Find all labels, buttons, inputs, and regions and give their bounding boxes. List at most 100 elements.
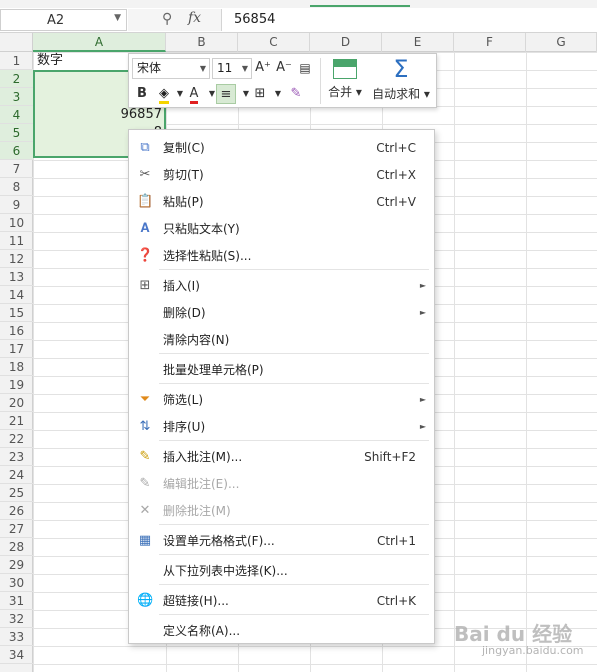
row-header-20[interactable]: 20 [0, 394, 33, 412]
row-header-34[interactable]: 34 [0, 646, 33, 664]
menu-item-shortcut: Ctrl+1 [376, 534, 416, 548]
row-header-33[interactable]: 33 [0, 628, 33, 646]
row-header-4[interactable]: 4 [0, 106, 33, 124]
row-header-23[interactable]: 23 [0, 448, 33, 466]
menu-item-label: 只粘贴文本(Y) [163, 222, 240, 236]
menu-item-label: 超链接(H)... [163, 594, 229, 608]
row-header-1[interactable]: 1 [0, 52, 33, 70]
merge-button[interactable]: 合并 ▾ [325, 57, 365, 106]
row-header-25[interactable]: 25 [0, 484, 33, 502]
row-header-13[interactable]: 13 [0, 268, 33, 286]
menu-item-label: 删除批注(M) [163, 504, 231, 518]
chevron-right-icon: ► [419, 395, 426, 404]
column-header-g[interactable]: G [526, 33, 597, 52]
menu-item-12[interactable]: ✎ 编辑批注(E)... [129, 470, 434, 497]
bold-button[interactable]: B [132, 84, 152, 104]
fx-icon[interactable]: fx [188, 10, 201, 26]
row-header-9[interactable]: 9 [0, 196, 33, 214]
active-tab-indicator [310, 5, 410, 7]
autosum-button[interactable]: Σ 自动求和 ▾ [369, 57, 433, 106]
zoom-icon[interactable]: ⚲ [162, 11, 172, 27]
row-header-12[interactable]: 12 [0, 250, 33, 268]
chevron-down-icon[interactable]: ▼ [114, 13, 121, 23]
menu-separator [159, 584, 429, 585]
column-header-c[interactable]: C [238, 33, 310, 52]
row-header-17[interactable]: 17 [0, 340, 33, 358]
row-header-32[interactable]: 32 [0, 610, 33, 628]
cell-a4[interactable]: 96857 [33, 106, 166, 124]
name-box[interactable]: A2 ▼ [0, 9, 127, 31]
column-header-b[interactable]: B [166, 33, 238, 52]
menu-item-11[interactable]: ✎ 插入批注(M)... Shift+F2 [129, 443, 434, 470]
menu-item-3[interactable]: 𝐀 只粘贴文本(Y) [129, 215, 434, 242]
menu-item-13[interactable]: ✕ 删除批注(M) [129, 497, 434, 524]
menu-item-shortcut: Shift+F2 [364, 450, 416, 464]
row-header-22[interactable]: 22 [0, 430, 33, 448]
row-header-2[interactable]: 2 [0, 70, 33, 88]
column-header-a[interactable]: A [33, 33, 166, 52]
formula-input[interactable]: 56854 [234, 12, 275, 27]
row-header-24[interactable]: 24 [0, 466, 33, 484]
row-header-26[interactable]: 26 [0, 502, 33, 520]
menu-item-label: 筛选(L) [163, 393, 204, 407]
column-header-e[interactable]: E [382, 33, 454, 52]
decrease-font-button[interactable]: A⁻ [274, 58, 294, 78]
row-header-18[interactable]: 18 [0, 358, 33, 376]
menu-item-1[interactable]: ✂ 剪切(T) Ctrl+X [129, 161, 434, 188]
menu-item-5[interactable]: ⊞ 插入(I) ► [129, 272, 434, 299]
merge-icon [333, 59, 357, 79]
row-header-8[interactable]: 8 [0, 178, 33, 196]
menu-item-6[interactable]: 删除(D) ► [129, 299, 434, 326]
clear-format-icon[interactable]: ▤ [295, 58, 315, 78]
chevron-down-icon[interactable]: ▼ [268, 84, 288, 104]
font-color-button[interactable]: A [184, 84, 204, 104]
row-header-5[interactable]: 5 [0, 124, 33, 142]
row-header-3[interactable]: 3 [0, 88, 33, 106]
row-header-16[interactable]: 16 [0, 322, 33, 340]
row-header-7[interactable]: 7 [0, 160, 33, 178]
menu-separator [159, 614, 429, 615]
menu-item-label: 编辑批注(E)... [163, 477, 240, 491]
menu-item-10[interactable]: ⇅ 排序(U) ► [129, 413, 434, 440]
align-center-icon[interactable]: ≡ [216, 84, 236, 104]
row-header-15[interactable]: 15 [0, 304, 33, 322]
row-header-10[interactable]: 10 [0, 214, 33, 232]
formula-tools: ⚲ fx [128, 9, 222, 31]
column-header-d[interactable]: D [310, 33, 382, 52]
context-menu: ⧉ 复制(C) Ctrl+C ✂ 剪切(T) Ctrl+X 📋 粘贴(P) Ctrl+V 𝐀 只粘贴… [128, 129, 435, 644]
row-header-28[interactable]: 28 [0, 538, 33, 556]
menu-item-15[interactable]: 从下拉列表中选择(K)... [129, 557, 434, 584]
menu-item-4[interactable]: ❓ 选择性粘贴(S)... [129, 242, 434, 269]
row-header-27[interactable]: 27 [0, 520, 33, 538]
row-header-11[interactable]: 11 [0, 232, 33, 250]
increase-font-button[interactable]: A⁺ [253, 58, 273, 78]
select-all-corner[interactable] [0, 33, 33, 52]
font-size-select[interactable]: 11 ▼ [212, 58, 252, 79]
row-header-31[interactable]: 31 [0, 592, 33, 610]
menu-item-2[interactable]: 📋 粘贴(P) Ctrl+V [129, 188, 434, 215]
row-header-29[interactable]: 29 [0, 556, 33, 574]
chevron-right-icon: ► [419, 308, 426, 317]
menu-item-9[interactable]: ⏷ 筛选(L) ► [129, 386, 434, 413]
column-header-f[interactable]: F [454, 33, 526, 52]
format-painter-icon[interactable]: ✎ [286, 84, 306, 104]
font-name-value: 宋体 [137, 61, 162, 75]
menu-item-17[interactable]: 定义名称(A)... [129, 617, 434, 644]
row-header-30[interactable]: 30 [0, 574, 33, 592]
font-size-value: 11 [217, 61, 233, 75]
border-icon[interactable]: ⊞ [250, 84, 270, 104]
menu-item-label: 粘贴(P) [163, 195, 204, 209]
mini-toolbar: 宋体 ▼ 11 ▼ A⁺ A⁻ ▤ B ◈ ▼ A ▼ ≡ ▼ ⊞ ▼ ✎ 合并 ▾… [128, 53, 437, 108]
row-header-21[interactable]: 21 [0, 412, 33, 430]
menu-item-7[interactable]: 清除内容(N) [129, 326, 434, 353]
menu-item-8[interactable]: 批量处理单元格(P) [129, 356, 434, 383]
watermark: Bai du 经验 [454, 622, 573, 646]
menu-item-16[interactable]: 🌐 超链接(H)... Ctrl+K [129, 587, 434, 614]
row-header-14[interactable]: 14 [0, 286, 33, 304]
menu-item-14[interactable]: ▦ 设置单元格格式(F)... Ctrl+1 [129, 527, 434, 554]
filter-icon: ⏷ [139, 392, 151, 407]
font-name-select[interactable]: 宋体 ▼ [132, 58, 210, 79]
menu-item-0[interactable]: ⧉ 复制(C) Ctrl+C [129, 134, 434, 161]
row-header-19[interactable]: 19 [0, 376, 33, 394]
row-header-6[interactable]: 6 [0, 142, 33, 160]
